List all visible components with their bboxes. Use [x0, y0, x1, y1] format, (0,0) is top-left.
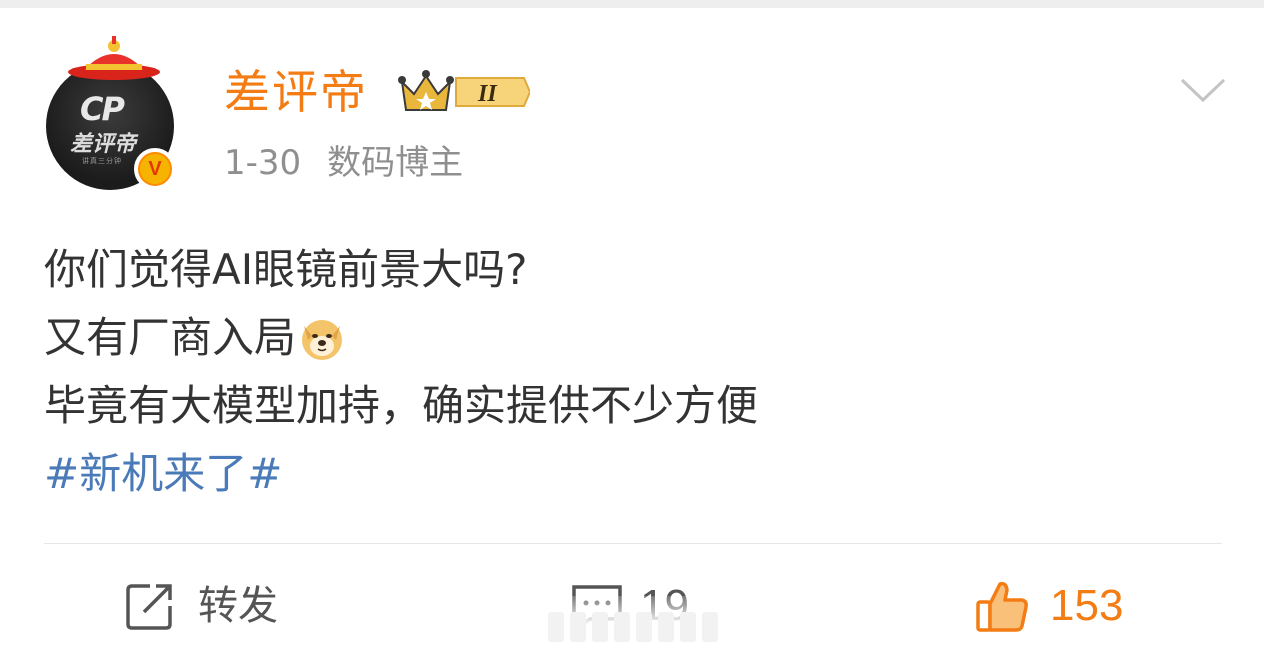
emperor-hat-icon	[68, 36, 160, 80]
divider	[44, 543, 1222, 544]
like-count: 153	[1050, 581, 1124, 630]
top-strip	[0, 0, 1264, 8]
like-button[interactable]: 153	[974, 576, 1123, 636]
author-name[interactable]: 差评帝	[224, 64, 368, 120]
content-text-1: 你们觉得AI眼镜前景大吗?	[44, 245, 528, 294]
share-icon	[126, 584, 172, 630]
repost-label: 转发	[198, 583, 278, 629]
avatar-logo-text: CP	[80, 90, 125, 128]
avatar[interactable]: CP 差评帝 讲真三分钟 V	[46, 36, 182, 190]
thumbs-up-icon	[976, 581, 1028, 632]
content-line-3: 毕竟有大模型加持，确实提供不少方便	[44, 372, 1224, 440]
content-line-2: 又有厂商入局	[44, 304, 1224, 372]
post-source: 数码博主	[327, 143, 464, 183]
post-meta: 1-30 数码博主	[224, 138, 463, 188]
avatar-logo-sub: 讲真三分钟	[82, 157, 122, 165]
crown-icon: II	[398, 70, 530, 111]
chevron-down-icon[interactable]	[1178, 74, 1228, 106]
verified-v-icon: V	[134, 148, 176, 190]
hashtag-link[interactable]: #新机来了#	[44, 440, 282, 508]
verified-mark: V	[140, 154, 170, 184]
post-date: 1-30	[224, 143, 302, 183]
fade-placeholder	[548, 612, 718, 642]
content-text-3: 毕竟有大模型加持，确实提供不少方便	[44, 381, 759, 430]
content-line-1: 你们觉得AI眼镜前景大吗?	[44, 236, 1224, 304]
repost-button[interactable]: 转发	[124, 576, 278, 636]
avatar-logo-name: 差评帝	[70, 132, 137, 157]
rank-label: II	[477, 81, 498, 107]
doge-emoji-icon	[302, 320, 343, 360]
content-line-4: #新机来了#	[44, 440, 1224, 508]
post-content: 你们觉得AI眼镜前景大吗? 又有厂商入局 毕竟有大模型加持，确实提供不少方便 #…	[44, 236, 1224, 508]
content-text-2: 又有厂商入局	[44, 313, 297, 362]
